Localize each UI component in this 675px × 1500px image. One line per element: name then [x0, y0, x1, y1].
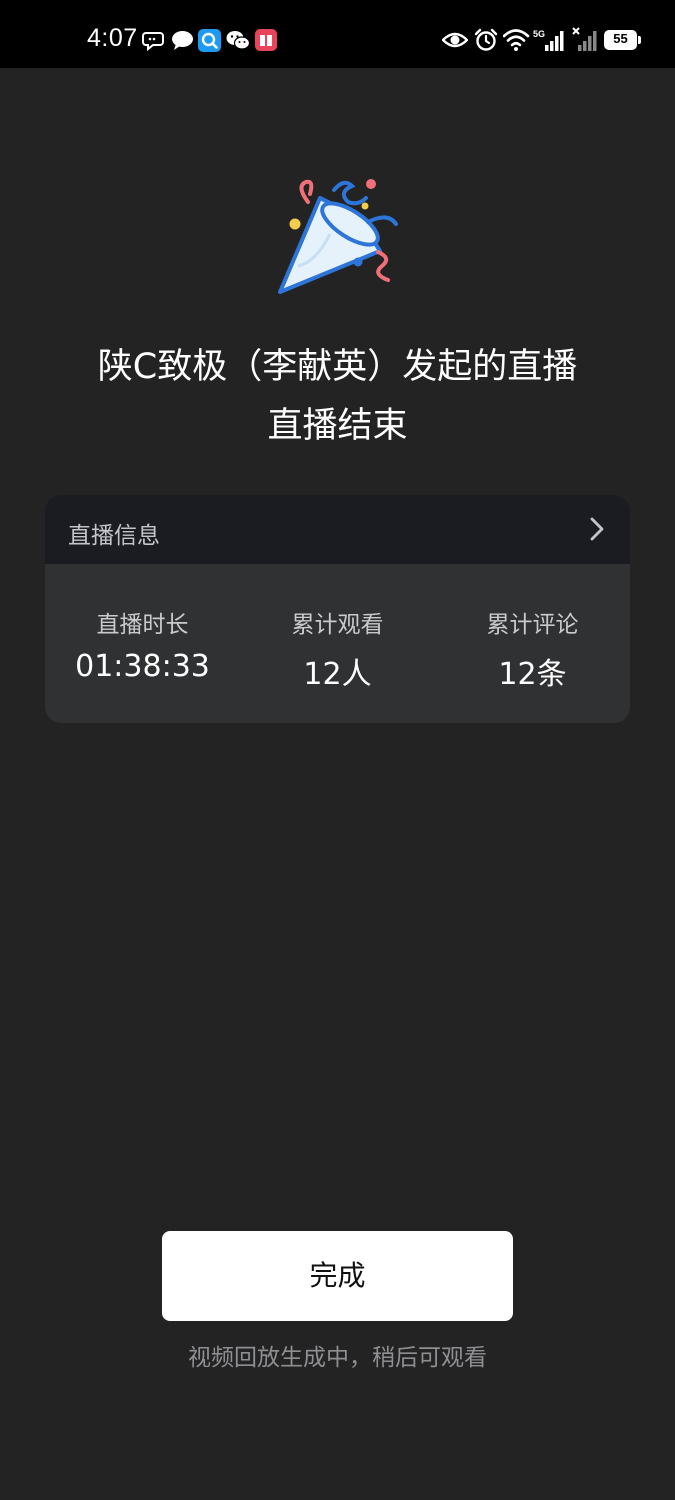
signal-5g-icon: 5G — [533, 29, 564, 51]
done-button[interactable]: 完成 — [162, 1231, 513, 1321]
stat-comments-label: 累计评论 — [486, 612, 579, 638]
stat-viewers-label: 累计观看 — [291, 612, 384, 638]
live-ended-heading: 直播结束 — [267, 406, 408, 446]
eye-icon — [442, 32, 468, 48]
battery-level: 55 — [613, 31, 628, 46]
message-icon — [172, 31, 193, 50]
stat-viewers: 累计观看 12人 — [240, 605, 435, 693]
wifi-icon — [503, 29, 530, 51]
live-stream-title: 陕C致极（李献英）发起的直播 — [97, 347, 578, 387]
live-info-header[interactable]: 直播信息 — [45, 495, 630, 564]
chevron-right-icon[interactable] — [590, 517, 604, 541]
wechat-icon — [226, 31, 250, 50]
stat-duration-value: 01:38:33 — [75, 649, 210, 684]
status-time: 4:07 — [87, 24, 138, 52]
party-popper-icon — [278, 179, 398, 294]
live-info-label: 直播信息 — [68, 523, 160, 549]
alarm-icon — [474, 28, 498, 51]
stat-duration-label: 直播时长 — [96, 612, 189, 638]
svg-text:5G: 5G — [533, 29, 545, 39]
live-info-card: 直播信息 直播时长 01:38:33 累计观看 12人 累计评论 12条 — [45, 495, 630, 723]
replay-generating-note: 视频回放生成中，稍后可观看 — [188, 1345, 487, 1371]
signal-icon — [572, 27, 597, 51]
book-app-icon — [255, 29, 277, 51]
search-app-icon — [198, 29, 221, 52]
status-bar: 4:07 5G 55 — [0, 0, 675, 68]
stat-viewers-value: 12人 — [303, 657, 372, 692]
chat-bubble-icon — [142, 32, 164, 52]
stat-comments-value: 12条 — [498, 657, 567, 692]
battery-indicator: 55 — [604, 30, 637, 50]
live-end-screen: 4:07 5G 55 陕C致极（李献英）发起的直播 直播结束 直播信息 直播时长… — [0, 0, 675, 1500]
stat-comments: 累计评论 12条 — [435, 605, 630, 693]
stat-duration: 直播时长 01:38:33 — [45, 605, 240, 684]
battery-tip — [638, 36, 641, 44]
